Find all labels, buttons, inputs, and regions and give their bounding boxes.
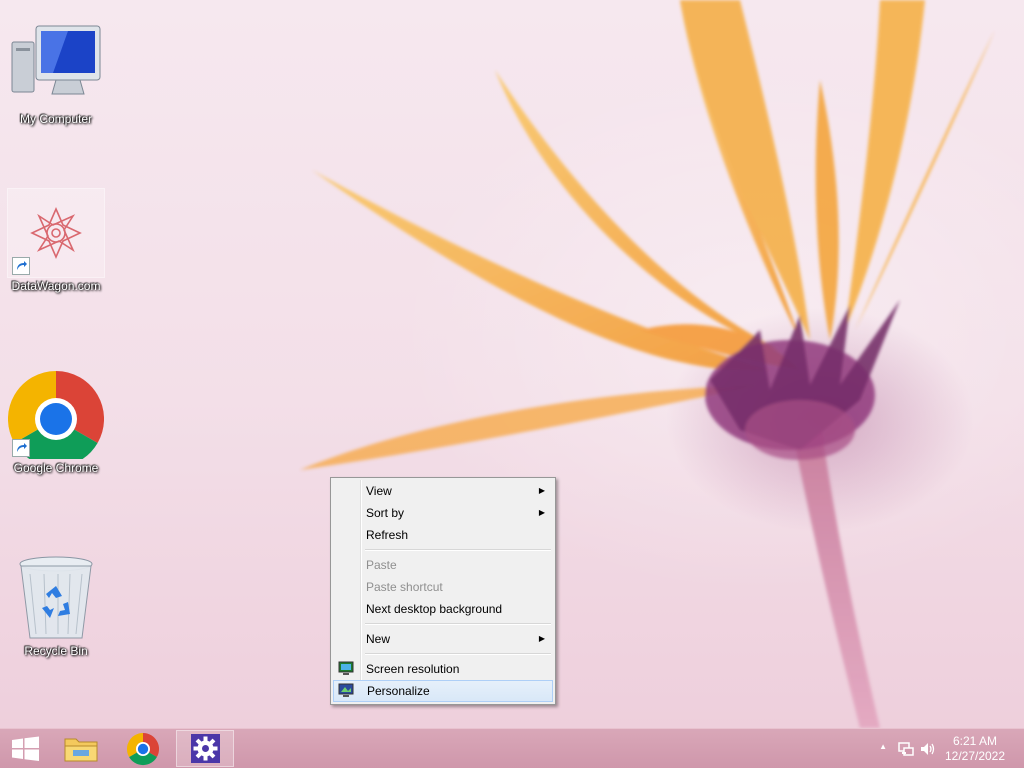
screen-resolution-icon [338,661,354,675]
menu-item-label: Paste [366,558,397,572]
menu-item-label: View [366,484,392,498]
desktop-icon-label: Google Chrome [13,461,99,475]
menu-item-paste-shortcut: Paste shortcut [333,576,553,598]
taskbar: ▲ 6:21 AM 12/27/2022 [0,728,1024,768]
desktop-icon-google-chrome[interactable]: Google Chrome [7,371,105,475]
menu-item-sort-by[interactable]: Sort by ▶ [333,502,553,524]
submenu-arrow-icon: ▶ [538,508,545,517]
clock-time: 6:21 AM [952,734,998,748]
desktop-icon-label: My Computer [19,112,93,126]
menu-item-personalize[interactable]: Personalize [333,680,553,702]
taskbar-clock[interactable]: 6:21 AM 12/27/2022 [940,734,1010,764]
shortcut-arrow-icon [12,439,30,457]
menu-item-label: Personalize [367,684,430,698]
desktop-icon-my-computer[interactable]: My Computer [8,22,104,126]
desktop[interactable]: My Computer DataWagon.com Google Chrome … [0,0,1024,728]
menu-item-paste: Paste [333,554,553,576]
menu-item-new[interactable]: New ▶ [333,628,553,650]
menu-item-label: New [366,632,391,646]
recycle-bin-icon [19,556,93,639]
menu-separator [365,653,551,655]
personalize-icon [338,683,354,697]
network-icon[interactable] [898,741,914,757]
menu-item-label: Screen resolution [366,662,460,676]
menu-item-screen-resolution[interactable]: Screen resolution [333,658,553,680]
shortcut-arrow-icon [12,257,30,275]
menu-item-next-desktop-background[interactable]: Next desktop background [333,598,553,620]
start-button[interactable] [0,730,58,767]
desktop-icon-recycle-bin[interactable]: Recycle Bin [8,554,104,658]
clock-date: 12/27/2022 [944,749,1006,763]
settings-gear-icon [191,734,220,763]
submenu-arrow-icon: ▶ [538,486,545,495]
menu-item-label: Refresh [366,528,409,542]
volume-icon[interactable] [920,741,936,757]
desktop-context-menu: View ▶ Sort by ▶ Refresh Paste Paste sho… [330,477,556,705]
taskbar-settings[interactable] [176,730,234,767]
submenu-arrow-icon: ▶ [538,634,545,643]
show-hidden-icons-arrow[interactable]: ▲ [879,742,887,751]
desktop-icon-label: DataWagon.com [11,279,101,293]
desktop-icon-datawagon[interactable]: DataWagon.com [7,188,105,293]
my-computer-icon [11,25,101,95]
menu-item-label: Next desktop background [366,602,503,616]
menu-item-refresh[interactable]: Refresh [333,524,553,546]
menu-separator [365,549,551,551]
menu-item-label: Paste shortcut [366,580,443,594]
windows-start-icon [12,736,39,761]
taskbar-file-explorer[interactable] [52,730,110,767]
desktop-icon-label: Recycle Bin [24,644,88,658]
menu-item-view[interactable]: View ▶ [333,480,553,502]
taskbar-chrome[interactable] [114,730,172,767]
menu-separator [365,623,551,625]
chrome-icon [126,732,160,766]
menu-item-label: Sort by [366,506,405,520]
file-explorer-icon [64,738,98,762]
